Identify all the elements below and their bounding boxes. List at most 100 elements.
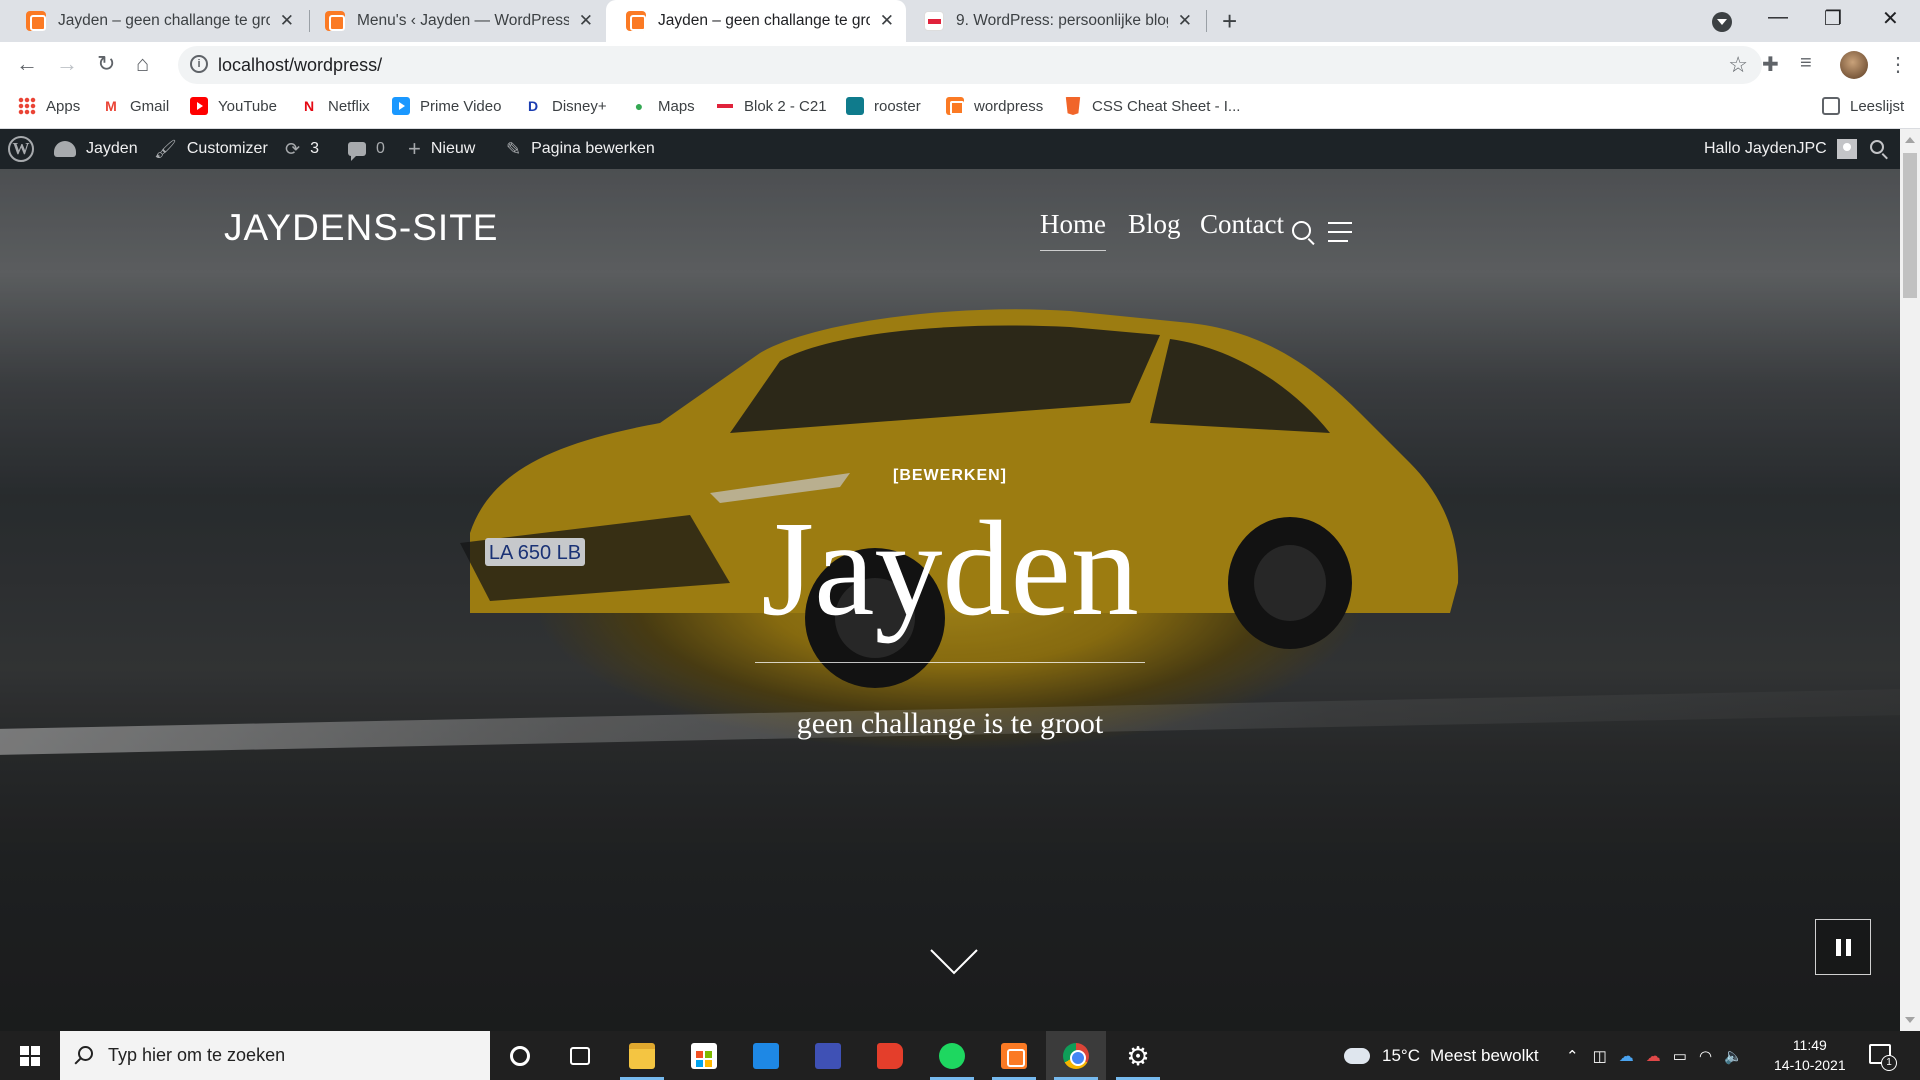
bookmark-apps[interactable]: Apps	[18, 97, 80, 115]
tab-search-icon[interactable]	[1712, 12, 1732, 32]
bookmark-maps[interactable]: ● Maps	[630, 97, 695, 115]
site-info-icon[interactable]: i	[190, 55, 208, 73]
bookmark-netflix[interactable]: N Netflix	[300, 97, 370, 115]
close-icon[interactable]: ✕	[1178, 11, 1192, 31]
browser-tab[interactable]: Jayden – geen challange te groot ✕	[6, 0, 306, 42]
url-text[interactable]: localhost/wordpress/	[218, 55, 382, 76]
browser-tab[interactable]: 9. WordPress: persoonlijke blog r ✕	[904, 0, 1204, 42]
cortana-button[interactable]	[490, 1031, 550, 1080]
onedrive-icon[interactable]: ☁	[1619, 1047, 1634, 1065]
bookmark-css-cheat-sheet[interactable]: CSS Cheat Sheet - I...	[1064, 97, 1240, 115]
taskbar-search-box[interactable]: Typ hier om te zoeken	[60, 1031, 490, 1080]
pencil-icon: ✎	[506, 138, 522, 159]
restore-button[interactable]: ❐	[1824, 6, 1842, 31]
reading-list[interactable]: Leeslijst	[1822, 97, 1904, 115]
spotify-icon	[939, 1042, 965, 1069]
greeting-label: Hallo JaydenJPC	[1704, 140, 1827, 157]
dashboard-gauge-icon	[54, 141, 76, 157]
scroll-up-arrow-icon[interactable]	[1905, 137, 1915, 143]
bookmark-rooster[interactable]: rooster	[846, 97, 921, 115]
new-tab-button[interactable]: +	[1222, 8, 1237, 34]
scrollbar-thumb[interactable]	[1903, 153, 1917, 298]
taskbar-spotify[interactable]	[922, 1031, 982, 1080]
meet-now-icon[interactable]: ◫	[1593, 1047, 1607, 1065]
tab-separator	[1206, 10, 1207, 32]
bookmark-disney[interactable]: D Disney+	[524, 97, 607, 115]
page-scrollbar[interactable]	[1900, 129, 1920, 1031]
taskbar-clock[interactable]: 11:49 14-10-2021	[1774, 1035, 1846, 1075]
bookmarks-bar: Apps M Gmail YouTube N Netflix Prime Video…	[0, 87, 1920, 129]
close-icon[interactable]: ✕	[880, 11, 894, 31]
window-close-button[interactable]: ✕	[1882, 6, 1899, 31]
new-content-menu[interactable]: + Nieuw	[408, 129, 475, 169]
search-icon[interactable]	[1292, 221, 1311, 240]
chevron-down-icon[interactable]	[929, 948, 979, 976]
edit-page-link[interactable]: ✎ Pagina bewerken	[506, 129, 655, 169]
back-arrow-icon[interactable]: ←	[16, 50, 38, 78]
extensions-puzzle-icon[interactable]: ✚	[1762, 52, 1779, 77]
search-icon[interactable]	[1870, 140, 1884, 154]
address-bar[interactable]: i localhost/wordpress/ ☆	[178, 46, 1762, 84]
more-menu-icon[interactable]: ⋮	[1888, 52, 1908, 77]
battery-icon[interactable]: ▭	[1673, 1047, 1687, 1065]
wp-logo-menu[interactable]: W	[8, 129, 44, 169]
volume-icon[interactable]: 🔈	[1724, 1047, 1743, 1065]
system-tray: ⌃ ◫ ☁ ☁ ▭ ◠ 🔈	[1566, 1031, 1743, 1080]
pause-button[interactable]	[1815, 919, 1871, 975]
site-name-menu[interactable]: Jayden	[54, 129, 138, 169]
reading-list-label: Leeslijst	[1850, 97, 1905, 115]
tab-title: Jayden – geen challange te groot	[58, 12, 270, 29]
taskbar-office[interactable]	[860, 1031, 920, 1080]
taskbar-mail[interactable]	[736, 1031, 796, 1080]
bookmark-wordpress[interactable]: wordpress	[946, 97, 1043, 115]
taskbar-chrome[interactable]	[1046, 1031, 1106, 1080]
chevron-up-icon[interactable]: ⌃	[1566, 1047, 1579, 1065]
bookmark-prime-video[interactable]: Prime Video	[392, 97, 501, 115]
home-icon[interactable]: ⌂	[136, 50, 149, 78]
nav-contact[interactable]: Contact	[1200, 209, 1284, 240]
my-account-menu[interactable]: Hallo JaydenJPC	[1704, 129, 1857, 169]
taskbar-xampp[interactable]	[984, 1031, 1044, 1080]
bookmark-youtube[interactable]: YouTube	[190, 97, 277, 115]
onedrive-error-icon[interactable]: ☁	[1646, 1047, 1661, 1065]
browser-toolbar: ← → ↻ ⌂ i localhost/wordpress/ ☆ ✚ ≡ ⋮	[0, 42, 1920, 87]
forward-arrow-icon[interactable]: →	[56, 50, 78, 78]
bookmark-gmail[interactable]: M Gmail	[102, 97, 169, 115]
html5-icon	[1065, 97, 1081, 115]
wifi-icon[interactable]: ◠	[1699, 1047, 1712, 1065]
close-icon[interactable]: ✕	[579, 11, 593, 31]
task-view-icon	[570, 1046, 590, 1065]
reload-icon[interactable]: ↻	[97, 50, 115, 78]
profile-avatar[interactable]	[1840, 51, 1868, 79]
nav-blog[interactable]: Blog	[1128, 209, 1181, 240]
hamburger-menu-icon[interactable]	[1328, 222, 1358, 244]
bookmark-blok2[interactable]: Blok 2 - C21	[716, 97, 827, 115]
taskbar-store[interactable]	[674, 1031, 734, 1080]
bookmark-label: wordpress	[974, 97, 1044, 115]
xampp-icon	[946, 97, 964, 115]
task-view-button[interactable]	[550, 1031, 610, 1080]
taskbar-visual-studio[interactable]	[798, 1031, 858, 1080]
media-queue-icon[interactable]: ≡	[1800, 52, 1812, 75]
browser-tab-active[interactable]: Jayden – geen challange te groot ✕	[606, 0, 906, 42]
comments-link[interactable]: 0	[348, 129, 385, 169]
taskbar-settings[interactable]: ⚙	[1108, 1031, 1168, 1080]
gmail-icon: M	[105, 98, 117, 114]
customizer-link[interactable]: 🖌 Customizer	[154, 129, 268, 169]
hero-section: LA 650 LB JAYDENS-SITE Home Blog Contact…	[0, 169, 1900, 1031]
close-icon[interactable]: ✕	[280, 11, 294, 31]
bookmark-star-icon[interactable]: ☆	[1728, 52, 1748, 78]
site-title[interactable]: JAYDENS-SITE	[224, 207, 498, 249]
taskbar-file-explorer[interactable]	[612, 1031, 672, 1080]
bookmark-label: YouTube	[218, 97, 277, 115]
nav-home[interactable]: Home	[1040, 209, 1106, 251]
store-icon	[691, 1042, 717, 1069]
browser-tab[interactable]: Menu's ‹ Jayden — WordPress ✕	[305, 0, 605, 42]
scroll-down-arrow-icon[interactable]	[1905, 1017, 1915, 1023]
minimize-button[interactable]: —	[1768, 6, 1788, 29]
bookmark-label: Disney+	[552, 97, 607, 115]
bookmark-label: CSS Cheat Sheet - I...	[1092, 97, 1241, 115]
weather-widget[interactable]: 15°C Meest bewolkt	[1341, 1031, 1539, 1080]
updates-link[interactable]: ⟳ 3	[285, 129, 319, 169]
windows-start-icon[interactable]	[20, 1046, 40, 1066]
